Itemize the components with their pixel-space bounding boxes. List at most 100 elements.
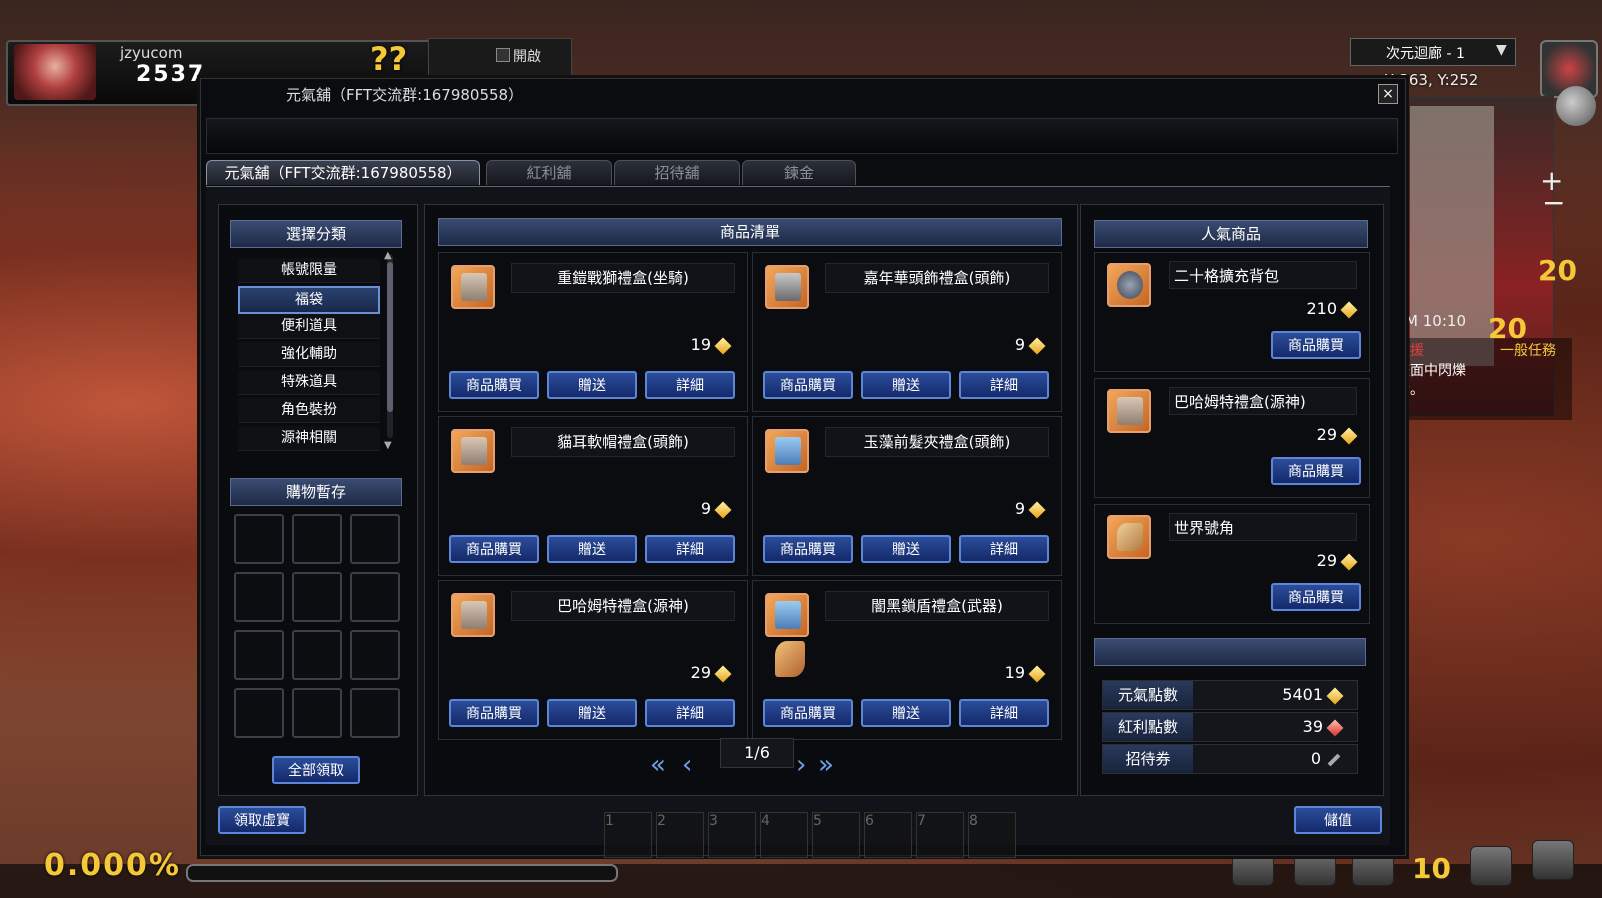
- product-card: 玉藻前髮夾禮盒(頭飾) 9 商品購買 贈送 詳細: [752, 416, 1062, 576]
- cart-slot[interactable]: [292, 572, 342, 622]
- cart-slot[interactable]: [292, 688, 342, 738]
- gift-button[interactable]: 贈送: [547, 699, 637, 727]
- gift-button[interactable]: 贈送: [547, 371, 637, 399]
- cart-slot[interactable]: [234, 630, 284, 680]
- cart-slot[interactable]: [292, 514, 342, 564]
- product-card: 闇黑鎖盾禮盒(武器) 19 商品購買 贈送 詳細: [752, 580, 1062, 740]
- skill-slot[interactable]: 4: [760, 812, 808, 858]
- popular-header: 人氣商品: [1094, 220, 1368, 248]
- category-item-selected[interactable]: 福袋: [238, 286, 380, 314]
- cart-slot[interactable]: [350, 514, 400, 564]
- detail-button[interactable]: 詳細: [645, 535, 735, 563]
- category-scroll-thumb[interactable]: [387, 262, 393, 412]
- points-label: 元氣點數: [1103, 681, 1193, 709]
- category-item[interactable]: 角色裝扮: [238, 398, 380, 423]
- product-price: 19: [619, 335, 732, 354]
- buy-button[interactable]: 商品購買: [449, 699, 539, 727]
- product-name: 巴哈姆特禮盒(源神): [511, 591, 735, 621]
- category-item[interactable]: 帳號限量: [238, 258, 380, 283]
- recharge-button[interactable]: 儲值: [1294, 806, 1382, 834]
- category-item[interactable]: 源神相關: [238, 426, 380, 451]
- points-label: 紅利點數: [1103, 713, 1193, 741]
- chevron-down-icon[interactable]: ▼: [1496, 42, 1507, 58]
- last-page-icon[interactable]: »: [818, 750, 834, 780]
- category-item[interactable]: 特殊道具: [238, 370, 380, 395]
- horn-icon[interactable]: [1107, 515, 1151, 559]
- buy-button[interactable]: 商品購買: [763, 535, 853, 563]
- skill-slot[interactable]: 5: [812, 812, 860, 858]
- gift-box-icon[interactable]: [1107, 389, 1151, 433]
- game-time: PM 10:10: [1396, 312, 1466, 330]
- scroll-up-icon[interactable]: ▲: [384, 250, 392, 261]
- prev-page-icon[interactable]: ‹: [682, 750, 692, 780]
- skill-slot[interactable]: 1: [604, 812, 652, 858]
- cart-slot[interactable]: [234, 688, 284, 738]
- tab-genki-shop[interactable]: 元氣舖（FFT交流群:167980558）: [206, 160, 480, 185]
- product-price: 9: [933, 499, 1046, 518]
- gift-box-icon[interactable]: [451, 593, 495, 637]
- skill-slot[interactable]: 3: [708, 812, 756, 858]
- gift-bag-icon[interactable]: [765, 265, 809, 309]
- popular-card: 二十格擴充背包 210 商品購買: [1094, 252, 1370, 372]
- popular-price: 29: [1245, 551, 1358, 570]
- next-page-icon[interactable]: ›: [796, 750, 806, 780]
- tab-alchemy[interactable]: 鍊金: [742, 160, 856, 185]
- cart-slot[interactable]: [350, 688, 400, 738]
- buy-button[interactable]: 商品購買: [763, 699, 853, 727]
- detail-button[interactable]: 詳細: [959, 371, 1049, 399]
- cart-slot[interactable]: [234, 572, 284, 622]
- blue-gift-icon[interactable]: [765, 593, 809, 637]
- shop-cart-icon[interactable]: [1470, 846, 1512, 886]
- product-price: 9: [619, 499, 732, 518]
- blue-gift-icon[interactable]: [765, 429, 809, 473]
- character-portrait[interactable]: [14, 44, 96, 100]
- claim-vault-button[interactable]: 領取虛寶: [218, 806, 306, 834]
- cart-slot[interactable]: [350, 630, 400, 680]
- tab-bonus-shop[interactable]: 紅利舖: [486, 160, 612, 185]
- popular-price: 29: [1245, 425, 1358, 444]
- category-item[interactable]: 強化輔助: [238, 342, 380, 367]
- gift-box-icon[interactable]: [451, 265, 495, 309]
- cart-slot[interactable]: [234, 514, 284, 564]
- open-checkbox[interactable]: [496, 48, 510, 62]
- detail-button[interactable]: 詳細: [959, 535, 1049, 563]
- skill-slot[interactable]: 8: [968, 812, 1016, 858]
- exp-percent: 0.000%: [44, 848, 181, 883]
- red-gem-icon: [1326, 719, 1344, 736]
- skill-slot[interactable]: 2: [656, 812, 704, 858]
- gold-gem-icon: [714, 337, 732, 354]
- gift-button[interactable]: 贈送: [861, 371, 951, 399]
- buy-button[interactable]: 商品購買: [763, 371, 853, 399]
- cart-slot[interactable]: [292, 630, 342, 680]
- skill-slot[interactable]: 7: [916, 812, 964, 858]
- detail-button[interactable]: 詳細: [645, 371, 735, 399]
- tab-guest-shop[interactable]: 招待舖: [614, 160, 740, 185]
- avatar[interactable]: [1556, 86, 1596, 126]
- backpack-icon[interactable]: [1107, 263, 1151, 307]
- scroll-down-icon[interactable]: ▼: [384, 440, 392, 451]
- cart-slot[interactable]: [350, 572, 400, 622]
- help-question-icon[interactable]: ??: [370, 40, 407, 78]
- gift-button[interactable]: 贈送: [861, 699, 951, 727]
- buy-button[interactable]: 商品購買: [449, 371, 539, 399]
- buy-button[interactable]: 商品購買: [1271, 331, 1361, 359]
- skill-slot[interactable]: 6: [864, 812, 912, 858]
- buy-button[interactable]: 商品購買: [449, 535, 539, 563]
- points-label: 招待券: [1103, 745, 1193, 773]
- product-name: 玉藻前髮夾禮盒(頭飾): [825, 427, 1049, 457]
- detail-button[interactable]: 詳細: [959, 699, 1049, 727]
- detail-button[interactable]: 詳細: [645, 699, 735, 727]
- gift-box-icon[interactable]: [451, 429, 495, 473]
- close-button[interactable]: ×: [1378, 84, 1398, 104]
- category-item[interactable]: 便利道具: [238, 314, 380, 339]
- settings-gear-icon[interactable]: [1532, 840, 1574, 880]
- gift-button[interactable]: 贈送: [547, 535, 637, 563]
- buy-button[interactable]: 商品購買: [1271, 457, 1361, 485]
- first-page-icon[interactable]: «: [650, 750, 666, 780]
- buy-button[interactable]: 商品購買: [1271, 583, 1361, 611]
- scroll-cursor-icon: [775, 641, 805, 677]
- gift-button[interactable]: 贈送: [861, 535, 951, 563]
- claim-all-button[interactable]: 全部領取: [272, 756, 360, 784]
- product-card: 重鎧戰獅禮盒(坐騎) 19 商品購買 贈送 詳細: [438, 252, 748, 412]
- zoom-out-icon[interactable]: −: [1542, 186, 1565, 219]
